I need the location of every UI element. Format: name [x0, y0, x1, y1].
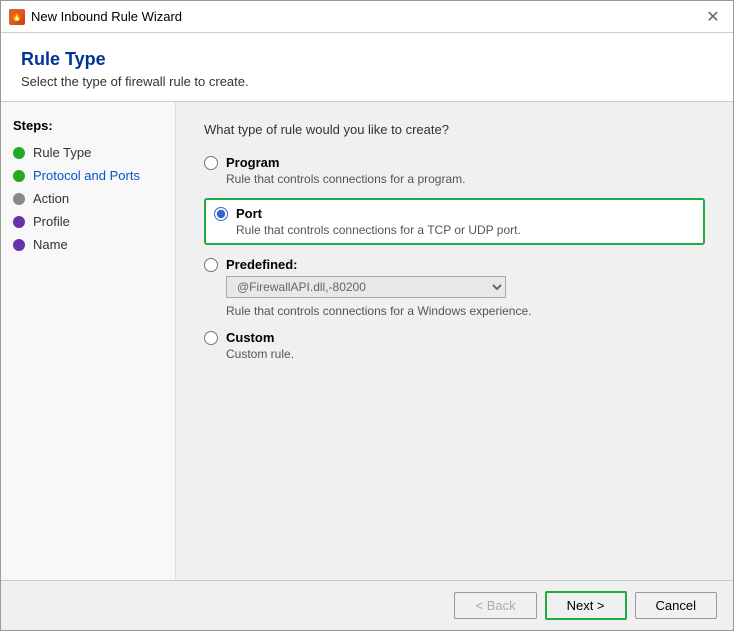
option-custom-label: Custom: [226, 330, 274, 345]
step-dot-name: [13, 239, 25, 251]
step-label-action: Action: [33, 191, 69, 206]
step-label-rule-type: Rule Type: [33, 145, 91, 160]
option-predefined-desc: Rule that controls connections for a Win…: [226, 304, 705, 318]
option-custom: Custom Custom rule.: [204, 330, 705, 361]
sidebar-item-action: Action: [1, 187, 175, 210]
question-text: What type of rule would you like to crea…: [204, 122, 705, 137]
cancel-button[interactable]: Cancel: [635, 592, 717, 619]
main-content: What type of rule would you like to crea…: [176, 102, 733, 580]
option-program: Program Rule that controls connections f…: [204, 155, 705, 186]
back-button[interactable]: < Back: [454, 592, 536, 619]
option-port-desc: Rule that controls connections for a TCP…: [236, 223, 695, 237]
step-dot-action: [13, 193, 25, 205]
wizard-window: 🔥 New Inbound Rule Wizard ✕ Rule Type Se…: [0, 0, 734, 631]
title-bar-left: 🔥 New Inbound Rule Wizard: [9, 9, 182, 25]
option-program-row: Program: [204, 155, 705, 170]
sidebar-item-name: Name: [1, 233, 175, 256]
steps-sidebar: Steps: Rule Type Protocol and Ports Acti…: [1, 102, 176, 580]
page-title: Rule Type: [21, 49, 713, 70]
title-bar: 🔥 New Inbound Rule Wizard ✕: [1, 1, 733, 33]
sidebar-item-protocol-ports: Protocol and Ports: [1, 164, 175, 187]
step-label-profile: Profile: [33, 214, 70, 229]
step-dot-protocol: [13, 170, 25, 182]
close-button[interactable]: ✕: [701, 5, 725, 29]
option-group: Program Rule that controls connections f…: [204, 155, 705, 361]
page-subtitle: Select the type of firewall rule to crea…: [21, 74, 713, 89]
footer: < Back Next > Cancel: [1, 580, 733, 630]
content-area: Steps: Rule Type Protocol and Ports Acti…: [1, 102, 733, 580]
radio-custom[interactable]: [204, 331, 218, 345]
predefined-select[interactable]: @FirewallAPI.dll,-80200: [226, 276, 506, 298]
step-label-name: Name: [33, 237, 68, 252]
wizard-icon: 🔥: [9, 9, 25, 25]
option-port-row: Port: [214, 206, 695, 221]
step-dot-rule-type: [13, 147, 25, 159]
header-section: Rule Type Select the type of firewall ru…: [1, 33, 733, 102]
option-custom-desc: Custom rule.: [226, 347, 705, 361]
option-port: Port Rule that controls connections for …: [204, 198, 705, 245]
option-predefined-row: Predefined:: [204, 257, 705, 272]
radio-port[interactable]: [214, 207, 228, 221]
window-title: New Inbound Rule Wizard: [31, 9, 182, 24]
steps-label: Steps:: [1, 114, 175, 141]
option-program-label: Program: [226, 155, 279, 170]
step-label-protocol: Protocol and Ports: [33, 168, 140, 183]
radio-predefined[interactable]: [204, 258, 218, 272]
option-custom-row: Custom: [204, 330, 705, 345]
option-predefined: Predefined: @FirewallAPI.dll,-80200 Rule…: [204, 257, 705, 318]
sidebar-item-rule-type: Rule Type: [1, 141, 175, 164]
sidebar-item-profile: Profile: [1, 210, 175, 233]
option-port-label: Port: [236, 206, 262, 221]
option-predefined-label: Predefined:: [226, 257, 298, 272]
step-dot-profile: [13, 216, 25, 228]
next-button[interactable]: Next >: [545, 591, 627, 620]
radio-program[interactable]: [204, 156, 218, 170]
option-program-desc: Rule that controls connections for a pro…: [226, 172, 705, 186]
